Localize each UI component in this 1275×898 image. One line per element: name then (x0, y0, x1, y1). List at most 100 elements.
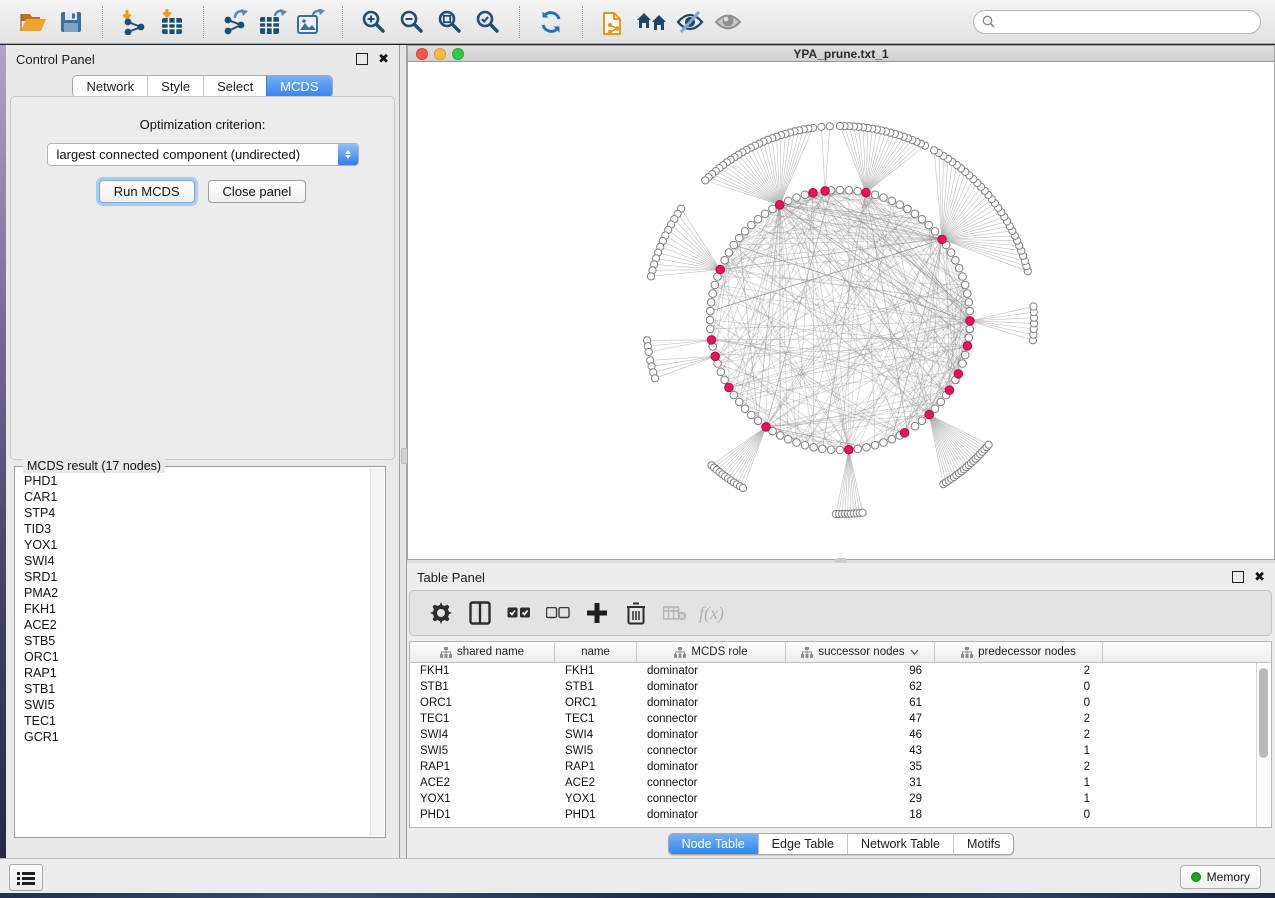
memory-button[interactable]: Memory (1180, 865, 1261, 889)
table-cell[interactable]: PHD1 (410, 809, 555, 821)
close-panel-icon[interactable]: ✖ (378, 54, 389, 64)
table-cell[interactable]: connector (637, 713, 786, 725)
table-cell[interactable]: ORC1 (410, 697, 555, 709)
table-cell[interactable]: dominator (637, 665, 786, 677)
network-canvas[interactable] (407, 62, 1275, 560)
open-file-icon[interactable] (14, 4, 52, 40)
table-cell[interactable]: YOX1 (410, 793, 555, 805)
select-all-checkboxes-icon[interactable] (504, 597, 534, 629)
table-cell[interactable]: ORC1 (555, 697, 637, 709)
table-cell[interactable]: PHD1 (555, 809, 637, 821)
share-document-icon[interactable] (595, 4, 633, 40)
mcds-result-item[interactable]: ACE2 (24, 617, 370, 633)
table-row[interactable]: ORC1ORC1dominator610 (410, 695, 1257, 711)
mcds-result-item[interactable]: CAR1 (24, 489, 370, 505)
table-row[interactable]: SWI5SWI5connector431 (410, 743, 1257, 759)
table-row[interactable]: ACE2ACE2connector311 (410, 775, 1257, 791)
table-cell[interactable]: ACE2 (410, 777, 555, 789)
mcds-result-item[interactable]: SWI5 (24, 697, 370, 713)
delete-table-icon[interactable] (660, 597, 690, 629)
search-field[interactable] (973, 10, 1261, 34)
table-cell[interactable]: SWI5 (555, 745, 637, 757)
zoom-selected-icon[interactable] (469, 4, 507, 40)
mcds-result-item[interactable]: TID3 (24, 521, 370, 537)
table-cell[interactable]: 0 (935, 809, 1103, 821)
tab-edge-table[interactable]: Edge Table (758, 834, 847, 854)
table-row[interactable]: YOX1YOX1connector291 (410, 791, 1257, 807)
tab-style[interactable]: Style (147, 76, 203, 97)
tab-mcds[interactable]: MCDS (266, 76, 331, 97)
settings-gear-icon[interactable] (426, 597, 456, 629)
table-cell[interactable]: connector (637, 793, 786, 805)
table-cell[interactable]: FKH1 (555, 665, 637, 677)
mcds-result-list[interactable]: PHD1CAR1STP4TID3YOX1SWI4SRD1PMA2FKH1ACE2… (16, 473, 370, 836)
refresh-icon[interactable] (532, 4, 570, 40)
tab-network-table[interactable]: Network Table (847, 834, 953, 854)
mcds-result-item[interactable]: ORC1 (24, 649, 370, 665)
table-row[interactable]: RAP1RAP1dominator352 (410, 759, 1257, 775)
table-cell[interactable]: RAP1 (555, 761, 637, 773)
run-mcds-button[interactable]: Run MCDS (99, 180, 195, 203)
export-image-icon[interactable] (292, 4, 330, 40)
float-window-icon[interactable] (356, 53, 368, 65)
network-window-titlebar[interactable]: YPA_prune.txt_1 (407, 45, 1275, 62)
mcds-list-scrollbar[interactable] (370, 468, 384, 836)
table-cell[interactable]: 18 (786, 809, 935, 821)
mcds-result-item[interactable]: FKH1 (24, 601, 370, 617)
tab-network[interactable]: Network (73, 76, 147, 97)
tab-motifs[interactable]: Motifs (953, 834, 1013, 854)
show-graphics-details-icon[interactable] (709, 4, 747, 40)
table-cell[interactable]: SWI4 (410, 729, 555, 741)
table-cell[interactable]: 2 (935, 761, 1103, 773)
table-row[interactable]: SWI4SWI4dominator462 (410, 727, 1257, 743)
table-cell[interactable]: connector (637, 745, 786, 757)
table-cell[interactable]: dominator (637, 761, 786, 773)
table-cell[interactable]: 43 (786, 745, 935, 757)
table-cell[interactable]: STB1 (410, 681, 555, 693)
save-session-icon[interactable] (52, 4, 90, 40)
table-cell[interactable]: dominator (637, 809, 786, 821)
table-scrollbar-thumb[interactable] (1259, 668, 1268, 758)
table-row[interactable]: STB1STB1dominator620 (410, 679, 1257, 695)
import-table-icon[interactable] (153, 4, 191, 40)
table-cell[interactable]: 2 (935, 729, 1103, 741)
zoom-in-icon[interactable] (355, 4, 393, 40)
tab-node-table[interactable]: Node Table (669, 834, 758, 854)
table-cell[interactable]: 2 (935, 713, 1103, 725)
table-cell[interactable]: TEC1 (555, 713, 637, 725)
table-cell[interactable]: dominator (637, 729, 786, 741)
table-cell[interactable]: 29 (786, 793, 935, 805)
tab-select[interactable]: Select (203, 76, 266, 97)
mcds-result-item[interactable]: RAP1 (24, 665, 370, 681)
table-cell[interactable]: ACE2 (555, 777, 637, 789)
mcds-result-item[interactable]: GCR1 (24, 729, 370, 745)
close-panel-button[interactable]: Close panel (208, 180, 307, 203)
mcds-result-item[interactable]: SRD1 (24, 569, 370, 585)
column-header-MCDS-role[interactable]: MCDS role (637, 642, 786, 662)
column-header-successor-nodes[interactable]: successor nodes (786, 642, 935, 662)
table-scrollbar[interactable] (1256, 663, 1271, 827)
hide-graphics-details-icon[interactable] (671, 4, 709, 40)
table-cell[interactable]: 2 (935, 665, 1103, 677)
delete-column-icon[interactable] (621, 597, 651, 629)
mcds-result-item[interactable]: STP4 (24, 505, 370, 521)
log-console-button[interactable] (9, 864, 43, 891)
column-header-shared-name[interactable]: shared name (410, 642, 555, 662)
import-network-icon[interactable] (115, 4, 153, 40)
mcds-result-item[interactable]: STB1 (24, 681, 370, 697)
table-row[interactable]: TEC1TEC1connector472 (410, 711, 1257, 727)
table-cell[interactable]: RAP1 (410, 761, 555, 773)
table-cell[interactable]: connector (637, 777, 786, 789)
table-cell[interactable]: 0 (935, 697, 1103, 709)
table-cell[interactable]: STB1 (555, 681, 637, 693)
export-table-icon[interactable] (254, 4, 292, 40)
column-header-name[interactable]: name (555, 642, 637, 662)
close-panel-icon[interactable]: ✖ (1254, 572, 1265, 582)
float-window-icon[interactable] (1232, 571, 1244, 583)
table-cell[interactable]: 31 (786, 777, 935, 789)
table-cell[interactable]: 47 (786, 713, 935, 725)
network-graph[interactable] (408, 62, 1274, 558)
mcds-result-item[interactable]: PMA2 (24, 585, 370, 601)
optimization-criterion-select[interactable]: largest connected component (undirected) (47, 143, 359, 166)
mcds-result-item[interactable]: YOX1 (24, 537, 370, 553)
